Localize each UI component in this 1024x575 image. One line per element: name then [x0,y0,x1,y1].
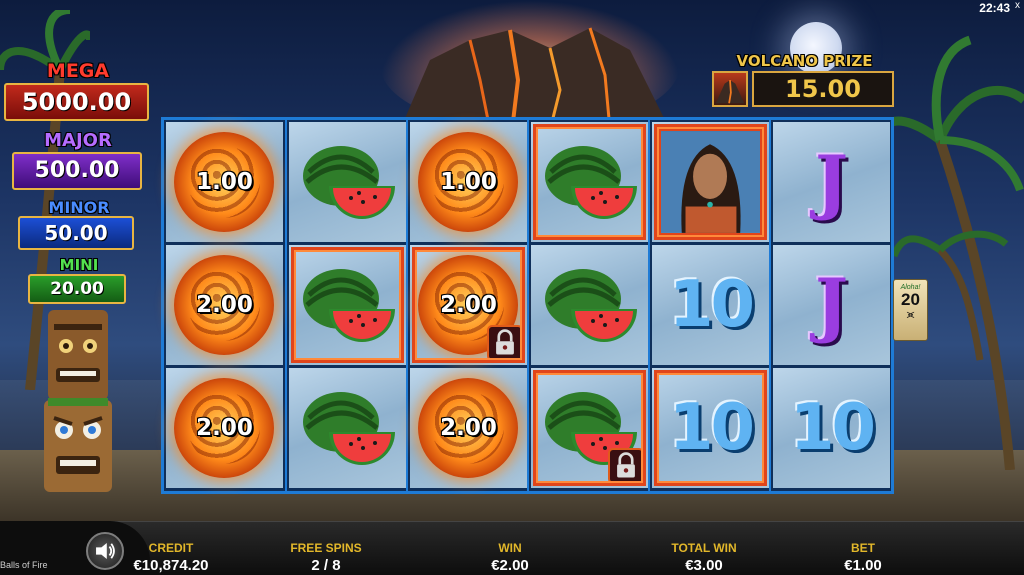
woman-portrait-symbol [658,128,763,236]
reel-cell [531,368,648,488]
mini-jackpot-label: MINI [59,256,99,274]
reel-column: 1.00 2.00 2.00 [164,120,285,491]
fireball-symbol [418,255,518,355]
credit-value: €10,874.20 [133,557,209,574]
watermelon-symbol [299,265,399,345]
free-spins-value: 2 / 8 [311,557,341,574]
reel-cell [289,368,406,488]
win-value: €2.00 [491,557,529,574]
ten-symbol: 10 [668,268,755,342]
tiki-totem [44,310,112,492]
fireball-value: 1.00 [440,169,497,195]
watermelon-symbol [541,265,641,345]
mini-jackpot-value: 20.00 [28,274,126,304]
aloha-card: Aloha! 20 ⪤ [893,279,928,341]
j-symbol: J [814,263,849,346]
volcano-prize-label: VOLCANO PRIZE [736,52,873,70]
watermelon-symbol [299,142,399,222]
credit-display: CREDIT €10,874.20 [126,541,216,574]
reel-cell [531,245,648,365]
game-name: Balls of Fire [0,560,48,570]
reel-cell: 10 [773,368,890,488]
minor-jackpot-value: 50.00 [18,216,134,250]
reel-grid: 1.00 2.00 2.00 1.00 2.00 2.00 10 10 J J 10 [161,117,894,494]
total-win-label: TOTAL WIN [671,541,737,555]
reel-column [285,120,406,491]
volcano-illustration [400,27,670,130]
volcano-prize-value: 15.00 [752,71,894,107]
minor-jackpot-label: MINOR [48,198,110,217]
reel-cell [289,245,406,365]
ten-symbol: 10 [668,391,755,465]
reel-cell [531,122,648,242]
fireball-value: 1.00 [196,169,253,195]
major-jackpot-value: 500.00 [12,152,142,190]
padlock-icon [487,325,523,361]
mega-jackpot-label: MEGA [46,60,110,82]
reel-cell: J [773,245,890,365]
j-symbol: J [814,140,849,223]
sound-button[interactable] [86,532,124,570]
free-spins-label: FREE SPINS [290,541,362,555]
fireball-value: 2.00 [440,415,497,441]
fireball-value: 2.00 [196,292,253,318]
reel-cell: 2.00 [166,368,283,488]
reel-cell: 10 [652,245,769,365]
mega-jackpot-value: 5000.00 [4,83,149,121]
fireball-value: 2.00 [440,292,497,318]
reel-column: 10 10 [648,120,769,491]
watermelon-symbol [541,142,641,222]
fireball-value: 2.00 [196,415,253,441]
reel-cell: 2.00 [166,245,283,365]
reel-cell: 1.00 [166,122,283,242]
watermelon-symbol [299,388,399,468]
reel-column: 1.00 2.00 2.00 [406,120,527,491]
reel-cell: 1.00 [410,122,527,242]
reel-cell: 2.00 [410,245,527,365]
win-display: WIN €2.00 [478,541,542,574]
watermelon-symbol [541,388,641,468]
reel-cell [652,122,769,242]
win-label: WIN [498,541,522,555]
bet-display[interactable]: BET €1.00 [830,541,896,574]
clock: 22:43 [979,1,1010,15]
padlock-icon [608,448,644,484]
credit-label: CREDIT [148,541,194,555]
free-spins-display: FREE SPINS 2 / 8 [280,541,372,574]
aloha-card-mark: ⪤ [906,307,915,321]
bet-label: BET [851,541,875,555]
reel-column [527,120,648,491]
volcano-icon [712,71,748,107]
bet-value: €1.00 [844,557,882,574]
reel-cell: J [773,122,890,242]
major-jackpot-label: MAJOR [44,130,112,151]
total-win-display: TOTAL WIN €3.00 [660,541,748,574]
total-win-value: €3.00 [685,557,723,574]
ten-symbol: 10 [789,391,876,465]
reel-cell: 2.00 [410,368,527,488]
reel-cell [289,122,406,242]
reel-column: J J 10 [769,120,890,491]
close-icon[interactable]: x [1015,0,1020,11]
palm-tree-right [880,35,1024,470]
speaker-icon [96,542,115,560]
reel-cell: 10 [652,368,769,488]
